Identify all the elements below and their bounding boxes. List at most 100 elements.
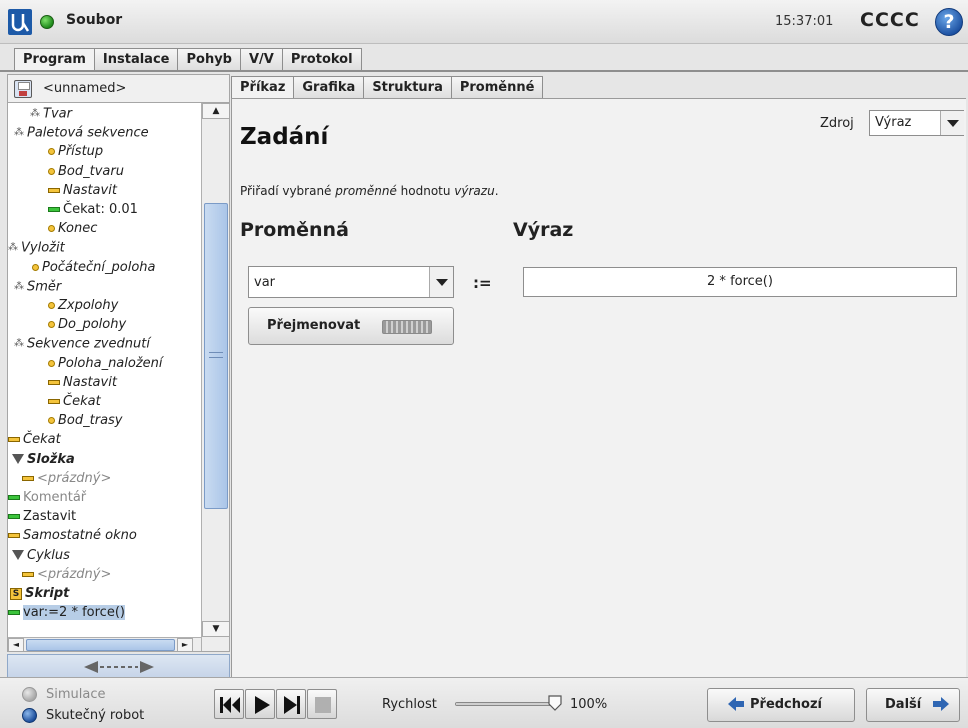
previous-button[interactable]: Předchozí	[707, 688, 855, 722]
help-icon[interactable]: ?	[935, 8, 963, 36]
simulation-radio-icon[interactable]	[22, 687, 37, 702]
speed-slider[interactable]	[455, 702, 555, 706]
stop-button[interactable]	[307, 689, 337, 719]
assign-operator: :=	[473, 274, 492, 292]
tree-node[interactable]: Samostatné okno	[8, 527, 137, 545]
arrow-right-icon	[933, 697, 949, 711]
tree-node[interactable]: S Skript	[10, 585, 69, 603]
program-header: <unnamed>	[7, 74, 230, 102]
arrow-left-icon	[728, 697, 744, 711]
play-button[interactable]	[245, 689, 275, 719]
real-robot-label[interactable]: Skutečný robot	[46, 708, 144, 723]
tree-node[interactable]: Čekat	[8, 431, 61, 449]
tree-node[interactable]: ⁂ Tvar	[30, 105, 72, 123]
tree-node[interactable]: Přístup	[48, 143, 103, 161]
expression-field[interactable]: 2 * force()	[523, 267, 957, 297]
tree-node[interactable]: Čekat: 0.01	[48, 201, 138, 219]
tree-hscroll-thumb[interactable]	[26, 639, 175, 651]
tab-main-4[interactable]: Protokol	[281, 48, 362, 70]
chevron-down-icon[interactable]	[940, 111, 964, 135]
tree-horizontal-scrollbar[interactable]: ◄ ►	[8, 637, 201, 651]
tree-node[interactable]: Nastavit	[48, 182, 117, 200]
skip-end-icon	[284, 696, 300, 714]
tree-node[interactable]: Bod_tvaru	[48, 163, 124, 181]
tree-node-label: Bod_tvaru	[58, 163, 124, 179]
tree-node-label: var:=2 * force()	[23, 605, 125, 621]
source-select[interactable]: Výraz	[869, 110, 964, 136]
tree-node[interactable]: Počáteční_poloha	[32, 259, 155, 277]
play-icon	[255, 696, 270, 714]
clock: 15:37:01	[775, 14, 834, 29]
tab-main-2[interactable]: Pohyb	[177, 48, 241, 70]
tab-main-1[interactable]: Instalace	[93, 48, 179, 70]
page-title: Zadání	[240, 124, 329, 150]
tree-scroll-thumb[interactable]	[204, 203, 228, 509]
tree-node[interactable]: Cyklus	[12, 547, 70, 565]
tree-node[interactable]: ⁂ Směr	[14, 278, 61, 296]
tree-node[interactable]: Čekat	[48, 393, 101, 411]
waypoint-icon	[48, 225, 55, 233]
expression-heading: Výraz	[513, 219, 574, 241]
rename-label: Přejmenovat	[267, 318, 361, 333]
step-button[interactable]	[276, 689, 306, 719]
simulation-label[interactable]: Simulace	[46, 687, 106, 702]
variable-value: var	[254, 275, 276, 290]
title-bar: Soubor 15:37:01 CCCC ?	[0, 0, 968, 44]
scroll-up-icon[interactable]: ▲	[202, 103, 229, 119]
tree-node-label: Zastavit	[23, 509, 77, 525]
tab-sub-2[interactable]: Struktura	[363, 76, 452, 98]
tree-node[interactable]: Zxpolohy	[48, 297, 118, 315]
tree-node[interactable]: ⁂ Sekvence zvednutí	[14, 335, 150, 353]
tree-node-label: Čekat	[63, 394, 101, 409]
chevron-down-icon[interactable]	[429, 267, 453, 297]
pallet-icon: ⁂	[8, 242, 18, 254]
file-menu[interactable]: Soubor	[66, 12, 122, 28]
command-icon	[8, 437, 20, 443]
tab-sub-0[interactable]: Příkaz	[231, 76, 295, 100]
scroll-right-icon[interactable]: ►	[177, 638, 193, 651]
main-tabs: Program Instalace Pohyb V/V Protokol	[14, 48, 362, 72]
rewind-button[interactable]	[214, 689, 244, 719]
tree-node[interactable]: Do_polohy	[48, 316, 126, 334]
ur-logo-icon	[8, 9, 32, 35]
tree-node[interactable]: ⁂ Vyložit	[8, 239, 65, 257]
waypoint-icon	[32, 263, 39, 271]
tree-node[interactable]: Poloha_naložení	[48, 355, 163, 373]
tree-node-label: Čekat: 0.01	[63, 202, 138, 217]
pallet-icon: ⁂	[14, 338, 24, 350]
tab-sub-1[interactable]: Grafika	[293, 76, 365, 98]
tab-sub-3[interactable]: Proměnné	[450, 76, 544, 98]
tab-main-3[interactable]: V/V	[239, 48, 283, 70]
tree-node[interactable]: var:=2 * force()	[8, 604, 125, 622]
tree-node-label: Samostatné okno	[23, 528, 137, 544]
speed-value: 100%	[570, 697, 608, 712]
tree-node[interactable]: Konec	[48, 220, 97, 238]
collapse-arrows-icon	[83, 661, 154, 673]
source-value: Výraz	[875, 115, 912, 130]
speed-slider-thumb[interactable]	[548, 695, 562, 711]
tree-node[interactable]: <prázdný>	[22, 470, 111, 488]
program-tree[interactable]: ⁂ Tvar ⁂ Paletová sekvence Přístup Bod_tvaru N…	[7, 102, 230, 652]
tree-node-label: Poloha_naložení	[58, 355, 163, 371]
scroll-left-icon[interactable]: ◄	[8, 638, 24, 651]
next-button[interactable]: Další	[866, 688, 960, 722]
command-icon	[48, 379, 60, 385]
tab-main-0[interactable]: Program	[14, 48, 95, 72]
tree-node[interactable]: Bod_trasy	[48, 412, 123, 430]
variable-select[interactable]: var	[248, 266, 454, 298]
tree-node[interactable]: Nastavit	[48, 374, 117, 392]
tree-node[interactable]: ⁂ Paletová sekvence	[14, 124, 149, 142]
rename-button[interactable]: Přejmenovat	[248, 307, 454, 345]
tree-vertical-scrollbar[interactable]: ▲ ▼	[201, 103, 229, 651]
tree-node[interactable]: <prázdný>	[22, 566, 111, 584]
real-robot-radio-icon[interactable]	[22, 708, 37, 723]
tree-node[interactable]: Složka	[12, 451, 75, 469]
scroll-grip-icon	[209, 352, 223, 358]
tree-node-label: Čekat	[23, 432, 61, 448]
script-icon: S	[10, 587, 22, 600]
folder-icon	[12, 454, 24, 465]
save-icon[interactable]	[14, 80, 32, 98]
scroll-down-icon[interactable]: ▼	[202, 621, 229, 637]
tree-node[interactable]: Komentář	[8, 489, 86, 507]
tree-node[interactable]: Zastavit	[8, 508, 76, 526]
